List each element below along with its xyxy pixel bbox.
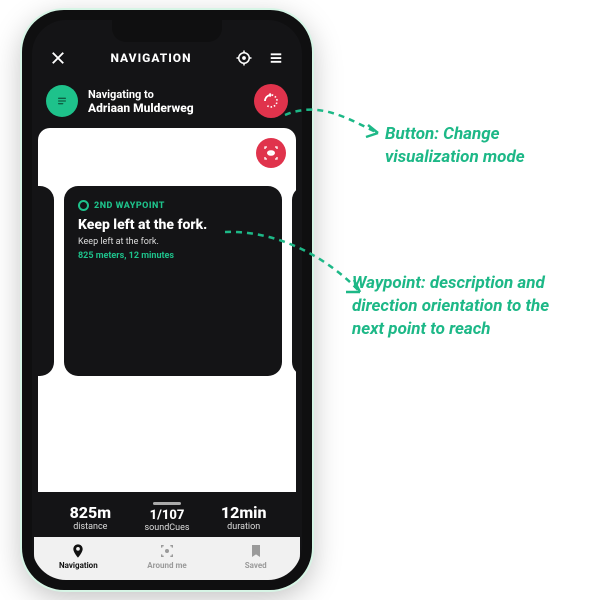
waypoint-label: 2ND WAYPOINT: [94, 201, 165, 211]
destination-text: Navigating to Adriaan Mulderweg: [88, 88, 194, 115]
soundcues-stat[interactable]: 1/107 soundCues: [129, 502, 206, 533]
tab-saved[interactable]: Saved: [211, 543, 300, 570]
distance-stat: 825m distance: [52, 503, 129, 532]
waypoint-ring-icon: [78, 200, 89, 211]
drag-handle-icon[interactable]: [153, 502, 181, 505]
soundcues-value: 1/107: [129, 508, 206, 523]
duration-value: 12min: [205, 503, 282, 522]
waypoint-header: 2ND WAYPOINT: [78, 200, 268, 211]
duration-stat: 12min duration: [205, 503, 282, 532]
tab-label: Saved: [245, 561, 267, 570]
annotation-waypoint: Waypoint: description and direction orie…: [352, 272, 582, 341]
close-icon[interactable]: [46, 46, 70, 70]
tab-bar: Navigation Around me Saved: [34, 537, 300, 580]
destination-icon: [46, 85, 78, 117]
menu-icon[interactable]: [264, 46, 288, 70]
annotation-change-mode: Button: Change visualization mode: [385, 123, 585, 169]
change-visualization-button[interactable]: [256, 138, 286, 168]
soundcues-label: soundCues: [129, 523, 206, 533]
distance-value: 825m: [52, 503, 129, 522]
tab-navigation[interactable]: Navigation: [34, 543, 123, 570]
tab-around-me[interactable]: Around me: [123, 543, 212, 570]
duration-label: duration: [205, 522, 282, 532]
tab-label: Around me: [147, 561, 186, 570]
destination-name: Adriaan Mulderweg: [88, 101, 194, 115]
page-title: NAVIGATION: [78, 51, 224, 65]
destination-row: Navigating to Adriaan Mulderweg: [32, 78, 302, 128]
destination-label: Navigating to: [88, 88, 194, 101]
recenter-icon[interactable]: [232, 46, 256, 70]
annotation-arrow-icon: [280, 95, 390, 155]
distance-label: distance: [52, 522, 129, 532]
prev-waypoint-card[interactable]: [38, 186, 54, 376]
stats-bar: 825m distance 1/107 soundCues 12min dura…: [38, 492, 296, 537]
notch: [112, 20, 222, 42]
tab-label: Navigation: [59, 561, 98, 570]
content-area: 2ND WAYPOINT Keep left at the fork. Keep…: [38, 128, 296, 492]
